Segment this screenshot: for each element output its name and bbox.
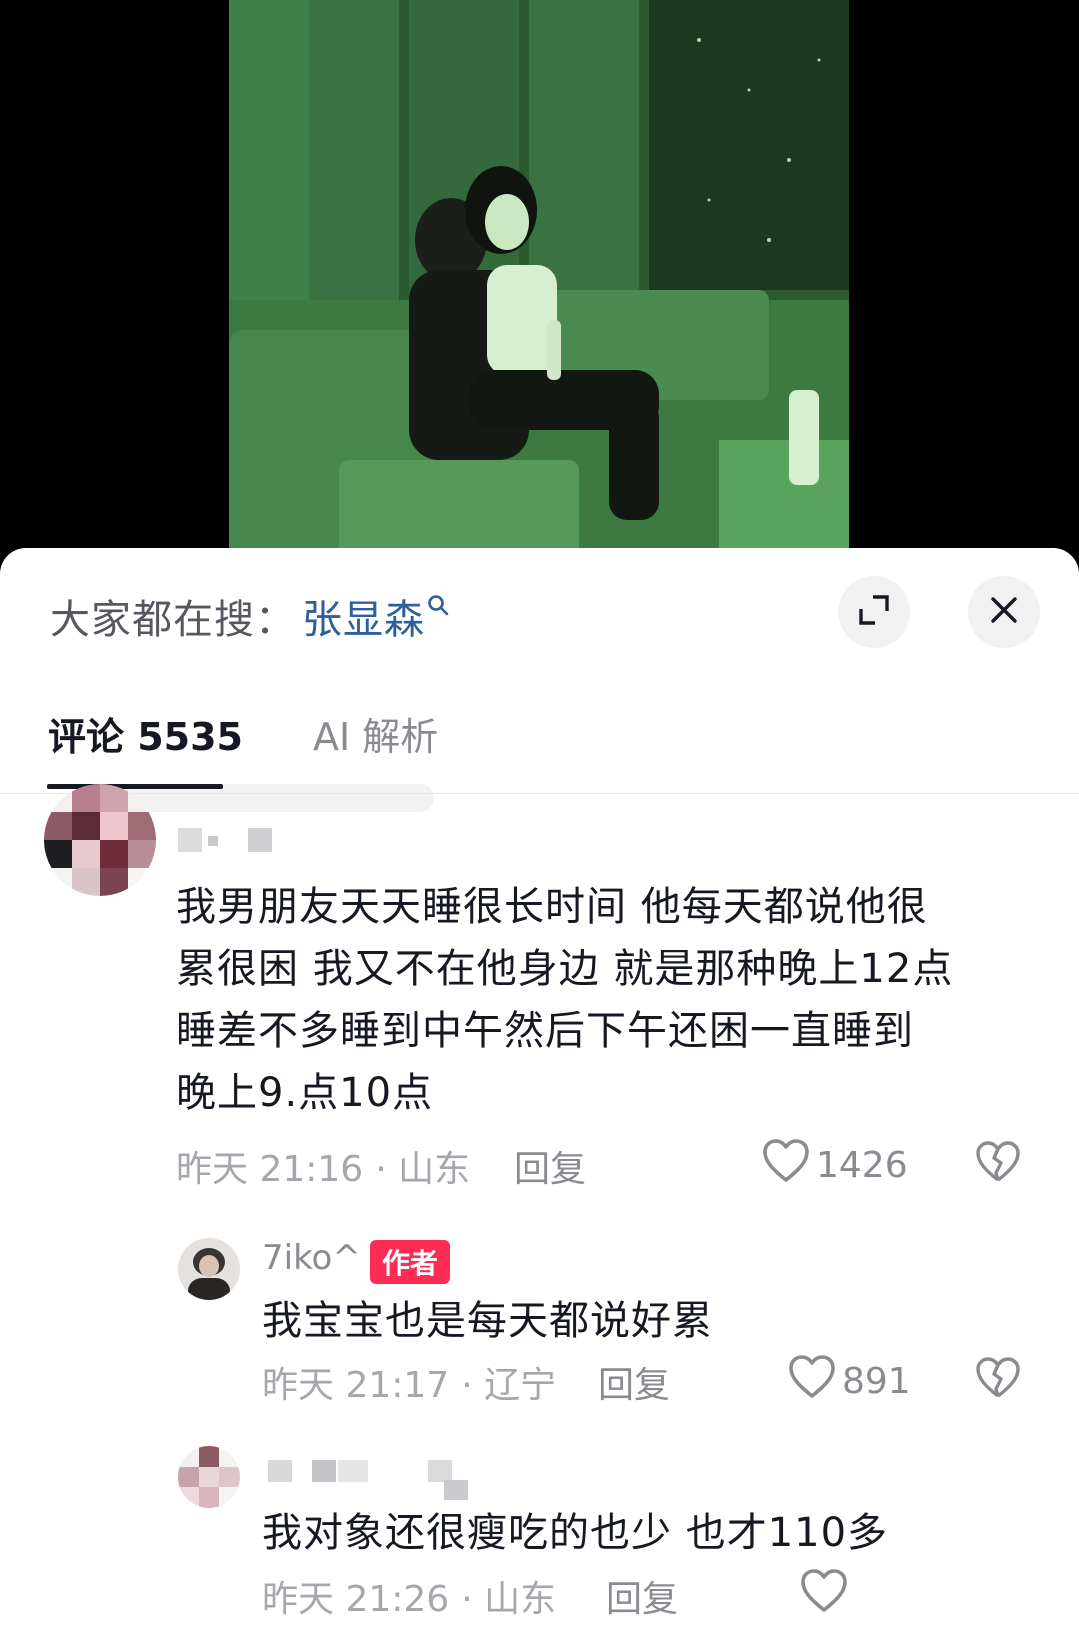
tab-ai-analysis[interactable]: AI 解析 <box>313 706 438 761</box>
like-count: 1426 <box>816 1145 908 1186</box>
like-button[interactable] <box>800 1568 848 1623</box>
comment-time: 昨天 21:26 <box>262 1579 450 1620</box>
comment-panel: 大家都在搜： 张显森 评论 5535 AI 解析 我男朋友天天睡很长时间 他每天… <box>0 548 1079 1646</box>
comment-location: · 山东 <box>461 1579 557 1620</box>
like-button[interactable]: 891 <box>788 1354 911 1409</box>
comment-meta: 昨天 21:26 · 山东 <box>262 1570 556 1622</box>
reply-button[interactable]: 回复 <box>514 1140 586 1192</box>
comment-location: · 辽宁 <box>461 1365 557 1406</box>
comment-meta: 昨天 21:17 · 辽宁 <box>262 1356 556 1408</box>
username-blurred[interactable] <box>268 1460 478 1500</box>
comment-text: 我男朋友天天睡很长时间 他每天都说他很 累很困 我又不在他身边 就是那种晚上12… <box>176 884 954 1116</box>
close-button[interactable] <box>968 576 1040 648</box>
comment-tabs: 评论 5535 AI 解析 <box>48 703 508 763</box>
username-blurred[interactable] <box>178 828 288 854</box>
username[interactable]: 7iko^ <box>262 1238 361 1278</box>
trending-search-label: 大家都在搜： <box>50 597 296 643</box>
heart-icon <box>800 1568 848 1623</box>
comment-time: 昨天 21:16 <box>176 1149 364 1190</box>
broken-heart-icon[interactable] <box>975 1356 1021 1404</box>
heart-icon <box>762 1138 810 1193</box>
comment-location: · 山东 <box>375 1149 471 1190</box>
avatar[interactable] <box>178 1446 240 1508</box>
search-icon[interactable] <box>427 594 449 620</box>
reply-button[interactable]: 回复 <box>606 1570 678 1622</box>
like-count: 891 <box>842 1361 911 1402</box>
trending-search-term[interactable]: 张显森 <box>302 587 425 645</box>
tabs-divider <box>0 793 1079 794</box>
reply-button[interactable]: 回复 <box>598 1356 670 1408</box>
heart-icon <box>788 1354 836 1409</box>
expand-button[interactable] <box>838 576 910 648</box>
comment-text: 我对象还很瘦吃的也少 也才110多 <box>262 1510 889 1556</box>
tab-comments[interactable]: 评论 5535 <box>48 706 243 761</box>
video-still-image <box>229 0 849 560</box>
avatar[interactable] <box>178 1238 240 1300</box>
expand-icon <box>857 593 891 631</box>
like-button[interactable]: 1426 <box>762 1138 908 1193</box>
comment-text: 我宝宝也是每天都说好累 <box>262 1298 713 1344</box>
trending-search-bar[interactable]: 大家都在搜： 张显森 <box>50 586 449 646</box>
avatar[interactable] <box>44 784 156 896</box>
broken-heart-icon[interactable] <box>975 1140 1021 1188</box>
comment-time: 昨天 21:17 <box>262 1365 450 1406</box>
close-icon <box>989 595 1019 629</box>
comment-meta: 昨天 21:16 · 山东 <box>176 1140 470 1192</box>
video-player[interactable] <box>0 0 1079 560</box>
author-badge: 作者 <box>370 1240 451 1284</box>
video-frame[interactable] <box>229 0 849 560</box>
active-tab-indicator <box>47 784 223 789</box>
